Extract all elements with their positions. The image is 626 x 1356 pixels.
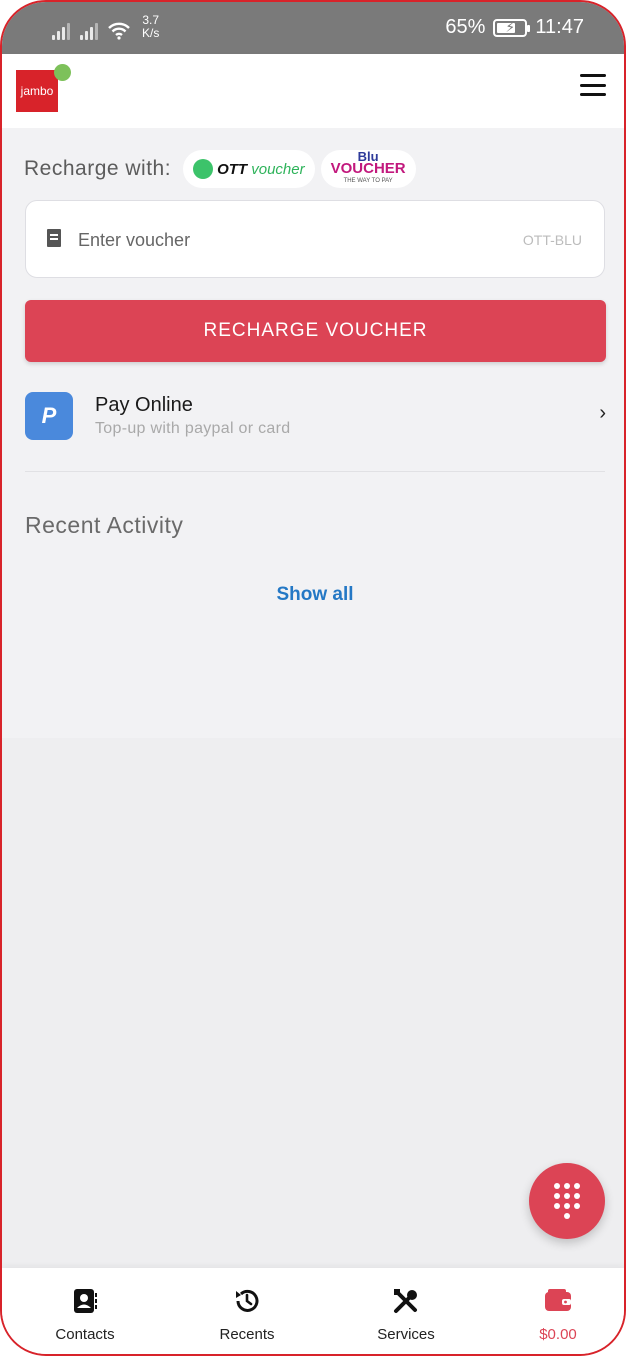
hamburger-icon[interactable] [580, 74, 606, 96]
ott-voucher-text: OTT voucher [217, 160, 305, 178]
recent-activity-title: Recent Activity [25, 512, 184, 538]
signal-icon-2 [80, 22, 98, 40]
app-logo[interactable]: jambo [16, 70, 58, 112]
pay-online-title: Pay Online [95, 394, 193, 416]
tools-icon [391, 1286, 421, 1316]
chevron-right-icon: › [599, 402, 606, 424]
nav-contacts[interactable]: Contacts [30, 1268, 140, 1354]
network-speed: 3.7 K/s [142, 14, 159, 40]
online-status-dot [54, 64, 71, 81]
speed-unit: K/s [142, 26, 160, 40]
status-right: 65% ⚡ 11:47 [445, 16, 584, 39]
nav-wallet-balance: $0.00 [539, 1326, 577, 1343]
divider [25, 471, 605, 472]
ott-logo-icon [193, 159, 214, 179]
signal-icon [52, 22, 70, 40]
voucher-field[interactable]: OTT-BLU [25, 200, 605, 278]
battery-icon: ⚡ [493, 18, 531, 37]
status-bar: 3.7 K/s 65% ⚡ 11:47 [2, 2, 624, 54]
paypal-icon: P [25, 392, 73, 440]
contacts-icon [70, 1286, 100, 1316]
voucher-input[interactable] [78, 223, 498, 257]
ott-voucher-badge[interactable]: OTT voucher [183, 150, 315, 188]
app-header: jambo [2, 54, 624, 128]
dialpad-button[interactable] [529, 1163, 605, 1239]
show-all-link[interactable]: Show all [2, 584, 624, 606]
nav-contacts-label: Contacts [55, 1326, 115, 1343]
bottom-navigation: Contacts Recents Services $0.00 [2, 1268, 624, 1354]
clock: 11:47 [535, 16, 584, 38]
pay-online-subtitle: Top-up with paypal or card [95, 420, 291, 437]
status-left: 3.7 K/s [52, 14, 159, 40]
nav-recents[interactable]: Recents [192, 1268, 302, 1354]
blu-voucher-logo: Blu VOUCHER THE WAY TO PAY [330, 149, 406, 184]
recharge-providers-row: Recharge with: OTT voucher Blu VOUCHER T… [24, 150, 422, 188]
phone-frame: 3.7 K/s 65% ⚡ 11:47 jambo Recharge with:… [0, 0, 626, 1356]
pay-online-row[interactable]: P Pay Online Top-up with paypal or card … [25, 390, 608, 454]
nav-recents-label: Recents [219, 1326, 275, 1343]
blu-voucher-badge[interactable]: Blu VOUCHER THE WAY TO PAY [320, 149, 416, 188]
battery-percent: 65% [445, 16, 486, 38]
wifi-icon [108, 22, 130, 40]
recharge-label: Recharge with: [24, 157, 172, 180]
history-icon [232, 1286, 262, 1316]
logo-text: jambo [20, 84, 54, 98]
wallet-icon [543, 1286, 573, 1316]
receipt-icon [47, 229, 61, 247]
recharge-voucher-button[interactable]: RECHARGE VOUCHER [25, 300, 606, 362]
nav-services[interactable]: Services [351, 1268, 461, 1354]
nav-wallet[interactable]: $0.00 [503, 1268, 613, 1354]
main-content: Recharge with: OTT voucher Blu VOUCHER T… [2, 128, 624, 738]
voucher-type-hint: OTT-BLU [522, 232, 582, 248]
nav-services-label: Services [377, 1326, 435, 1343]
